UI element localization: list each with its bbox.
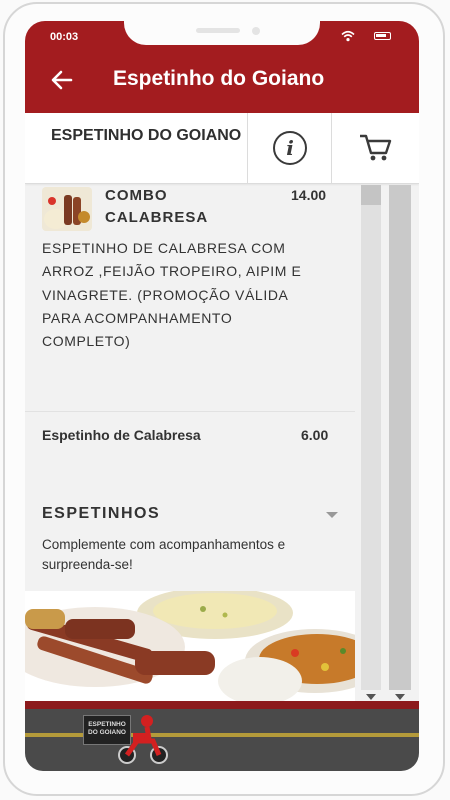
outer-scrollbar[interactable] [389, 185, 411, 690]
phone-notch [124, 21, 320, 45]
store-name: ESPETINHO DO GOIANO [51, 127, 242, 144]
wifi-icon [341, 30, 355, 42]
scroll-down-arrow[interactable] [366, 694, 376, 700]
battery-icon [374, 32, 391, 40]
store-info-bar: ESPETINHO DO GOIANO i [25, 113, 419, 184]
category-title[interactable]: ESPETINHOS [42, 505, 160, 523]
category-subtitle: Complemente com acompanhamentos e surpre… [42, 537, 286, 572]
product-description: ESPETINHO DE CALABRESA COM ARROZ ,FEIJÃO… [42, 240, 302, 350]
speaker-grille [196, 28, 240, 33]
page-title: Espetinho do Goiano [113, 67, 325, 90]
product-price: 14.00 [291, 187, 327, 203]
menu-content[interactable]: ESPETINHO DO GOIANO i COMBO CALABRESA 14… [25, 113, 419, 701]
shopping-cart-icon[interactable] [357, 130, 393, 164]
scrollbar-track[interactable] [361, 185, 381, 690]
product-name: COMBO CALABRESA [105, 187, 209, 226]
product-name: Espetinho de Calabresa [42, 427, 201, 443]
product-photo [42, 187, 92, 231]
info-icon[interactable]: i [273, 131, 307, 165]
arrow-left-icon[interactable] [47, 65, 77, 95]
divider [247, 113, 248, 183]
category-section: ESPETINHOS Complemente com acompanhament… [25, 485, 385, 701]
delivery-motorcycle-icon [118, 715, 168, 764]
scroll-down-arrow[interactable] [395, 694, 405, 700]
product-price: 6.00 [301, 427, 329, 443]
app-bar: Espetinho do Goiano [25, 49, 419, 113]
scrollbar-thumb[interactable] [361, 185, 381, 205]
footer-banner: ESPETINHO DO GOIANO [25, 701, 419, 771]
divider [331, 113, 332, 183]
status-time: 00:03 [50, 31, 79, 43]
phone-mockup: 00:03 Espetinho do Goiano ESPETINHO DO G… [0, 0, 450, 800]
chevron-down-icon[interactable] [326, 512, 338, 518]
product-item[interactable]: Espetinho de Calabresa 6.00 [25, 412, 355, 464]
app-screen: 00:03 Espetinho do Goiano ESPETINHO DO G… [25, 21, 419, 771]
camera-dot [252, 27, 260, 35]
category-banner-image [25, 587, 385, 701]
footer-stripe [25, 701, 419, 709]
product-item[interactable]: COMBO CALABRESA 14.00 ESPETINHO DE CALAB… [25, 185, 355, 411]
